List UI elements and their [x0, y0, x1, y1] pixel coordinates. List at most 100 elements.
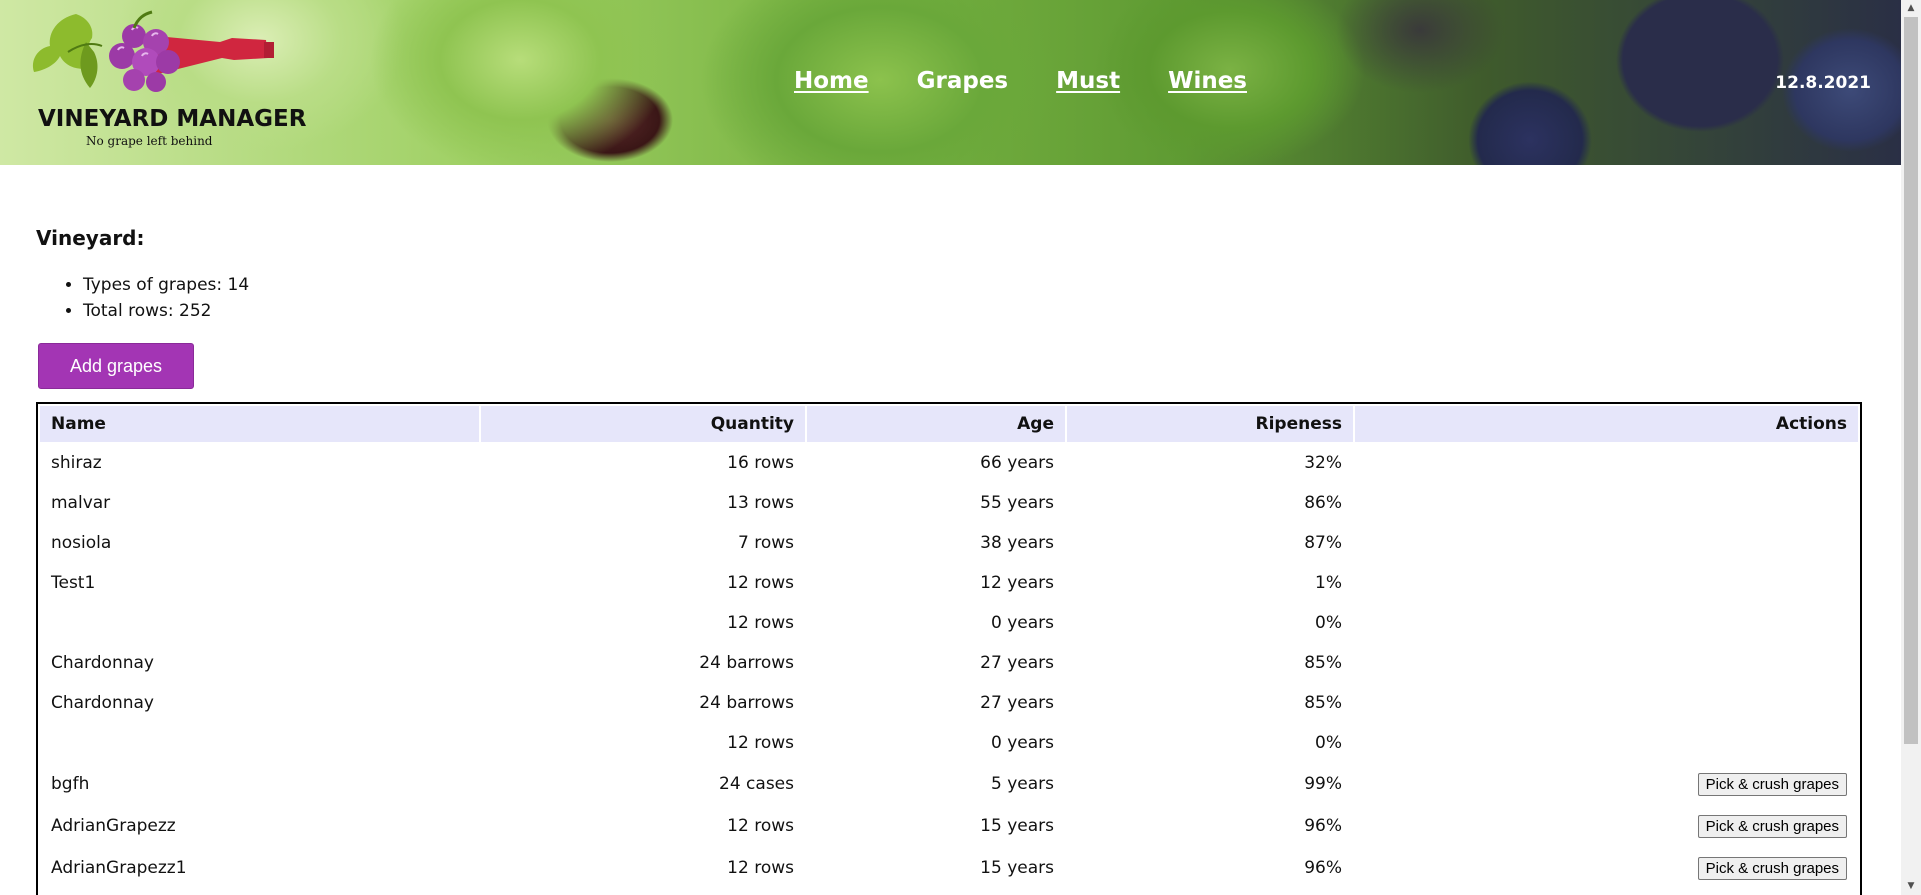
cell-actions	[1355, 604, 1858, 642]
vineyard-title: Vineyard:	[36, 226, 145, 250]
cell-quantity: 24 barrows	[699, 653, 794, 673]
table-row: bgfh 24 cases 5 years 99% Pick & crush grape…	[40, 764, 1858, 804]
cell-age: 15 years	[980, 816, 1054, 836]
cell-age: 5 years	[990, 774, 1054, 794]
table-row: nosiola 7 rows 38 years 87%	[40, 524, 1858, 562]
main-nav: Home Grapes Must Wines	[794, 68, 1247, 94]
cell-quantity: 13 rows	[727, 493, 794, 513]
cell-age: 27 years	[980, 653, 1054, 673]
logo[interactable]: VINEYARD MANAGER No grape left behind	[28, 8, 306, 153]
cell-name	[40, 724, 479, 762]
nav-must[interactable]: Must	[1056, 68, 1120, 94]
table-row: malvar 13 rows 55 years 86%	[40, 484, 1858, 522]
header-name: Name	[40, 406, 479, 442]
table-row: shiraz 16 rows 66 years 32%	[40, 444, 1858, 482]
grapes-table: Name Quantity Age Ripeness Actions shira…	[38, 404, 1860, 890]
cell-actions: Pick & crush grapes	[1355, 806, 1858, 846]
cell-name: bgfh	[51, 774, 90, 794]
cell-ripeness: 96%	[1304, 816, 1342, 836]
cell-name: nosiola	[51, 533, 112, 553]
cell-ripeness: 1%	[1315, 573, 1342, 593]
cell-quantity: 12 rows	[727, 573, 794, 593]
cell-quantity: 12 rows	[727, 858, 794, 878]
nav-home[interactable]: Home	[794, 68, 869, 94]
cell-ripeness: 87%	[1304, 533, 1342, 553]
cell-ripeness: 86%	[1304, 493, 1342, 513]
table-row: AdrianGrapezz1 12 rows 15 years 96% Pick & c…	[40, 848, 1858, 888]
cell-age: 38 years	[980, 533, 1054, 553]
cell-name: Chardonnay	[51, 653, 154, 673]
cell-name: AdrianGrapezz	[51, 816, 176, 836]
grapes-table-container: Name Quantity Age Ripeness Actions shira…	[36, 402, 1862, 895]
types-of-grapes: Types of grapes: 14	[83, 272, 1866, 298]
cell-age: 0 years	[990, 733, 1054, 753]
cell-quantity: 12 rows	[727, 816, 794, 836]
table-row: 12 rows 0 years 0%	[40, 604, 1858, 642]
page: VINEYARD MANAGER No grape left behind Ho…	[0, 0, 1921, 895]
grapes-table-body: shiraz 16 rows 66 years 32% malvar 13 rows 55 …	[40, 444, 1858, 888]
table-row: Chardonnay 24 barrows 27 years 85%	[40, 684, 1858, 722]
table-row: Chardonnay 24 barrows 27 years 85%	[40, 644, 1858, 682]
cell-ripeness: 0%	[1315, 733, 1342, 753]
cell-quantity: 16 rows	[727, 453, 794, 473]
cell-quantity: 24 cases	[719, 774, 794, 794]
add-grapes-button[interactable]: Add grapes	[38, 343, 194, 389]
cell-actions	[1355, 724, 1858, 762]
logo-title: VINEYARD MANAGER	[38, 106, 307, 132]
table-row: 12 rows 0 years 0%	[40, 724, 1858, 762]
pick-crush-grapes-button[interactable]: Pick & crush grapes	[1697, 856, 1847, 880]
cell-quantity: 24 barrows	[699, 693, 794, 713]
cell-ripeness: 32%	[1304, 453, 1342, 473]
table-header-row: Name Quantity Age Ripeness Actions	[40, 406, 1858, 442]
cell-name: Chardonnay	[51, 693, 154, 713]
header-actions: Actions	[1355, 406, 1858, 442]
page-scrollbar[interactable]: ▲ ▼	[1901, 0, 1921, 895]
cell-quantity: 12 rows	[727, 613, 794, 633]
cell-actions	[1355, 564, 1858, 602]
cell-quantity: 12 rows	[727, 733, 794, 753]
cell-ripeness: 85%	[1304, 693, 1342, 713]
nav-wines[interactable]: Wines	[1168, 68, 1247, 94]
cell-age: 0 years	[990, 613, 1054, 633]
cell-actions	[1355, 444, 1858, 482]
header-banner: VINEYARD MANAGER No grape left behind Ho…	[0, 0, 1901, 165]
table-row: Test1 12 rows 12 years 1%	[40, 564, 1858, 602]
current-date: 12.8.2021	[1775, 73, 1871, 93]
cell-name	[40, 604, 479, 642]
cell-name: AdrianGrapezz1	[51, 858, 187, 878]
scrollbar-thumb[interactable]	[1904, 17, 1918, 744]
header-age: Age	[807, 406, 1065, 442]
vineyard-section: Vineyard: Types of grapes: 14 Total rows…	[36, 220, 1866, 389]
vineyard-stats: Types of grapes: 14 Total rows: 252	[36, 272, 1866, 324]
pick-crush-grapes-button[interactable]: Pick & crush grapes	[1697, 772, 1847, 796]
cell-actions	[1355, 644, 1858, 682]
cell-age: 66 years	[980, 453, 1054, 473]
pick-crush-grapes-button[interactable]: Pick & crush grapes	[1697, 814, 1847, 838]
cell-name: malvar	[51, 493, 111, 513]
nav-grapes[interactable]: Grapes	[917, 68, 1009, 94]
cell-ripeness: 85%	[1304, 653, 1342, 673]
cell-actions: Pick & crush grapes	[1355, 848, 1858, 888]
table-row: AdrianGrapezz 12 rows 15 years 96% Pick & cr…	[40, 806, 1858, 846]
cell-quantity: 7 rows	[738, 533, 794, 553]
cell-ripeness: 99%	[1304, 774, 1342, 794]
up-arrow-icon[interactable]: ▲	[1901, 0, 1921, 17]
grape-wine-bottle-logo-icon	[32, 10, 274, 92]
cell-age: 15 years	[980, 858, 1054, 878]
cell-age: 12 years	[980, 573, 1054, 593]
cell-ripeness: 96%	[1304, 858, 1342, 878]
cell-ripeness: 0%	[1315, 613, 1342, 633]
logo-tagline: No grape left behind	[86, 134, 213, 148]
cell-actions: Pick & crush grapes	[1355, 764, 1858, 804]
header-ripeness: Ripeness	[1067, 406, 1353, 442]
header-quantity: Quantity	[481, 406, 805, 442]
cell-actions	[1355, 524, 1858, 562]
cell-actions	[1355, 684, 1858, 722]
cell-name: shiraz	[51, 453, 102, 473]
down-arrow-icon[interactable]: ▼	[1901, 878, 1921, 895]
cell-name: Test1	[51, 573, 96, 593]
cell-age: 55 years	[980, 493, 1054, 513]
cell-actions	[1355, 484, 1858, 522]
cell-age: 27 years	[980, 693, 1054, 713]
total-rows: Total rows: 252	[83, 298, 1866, 324]
